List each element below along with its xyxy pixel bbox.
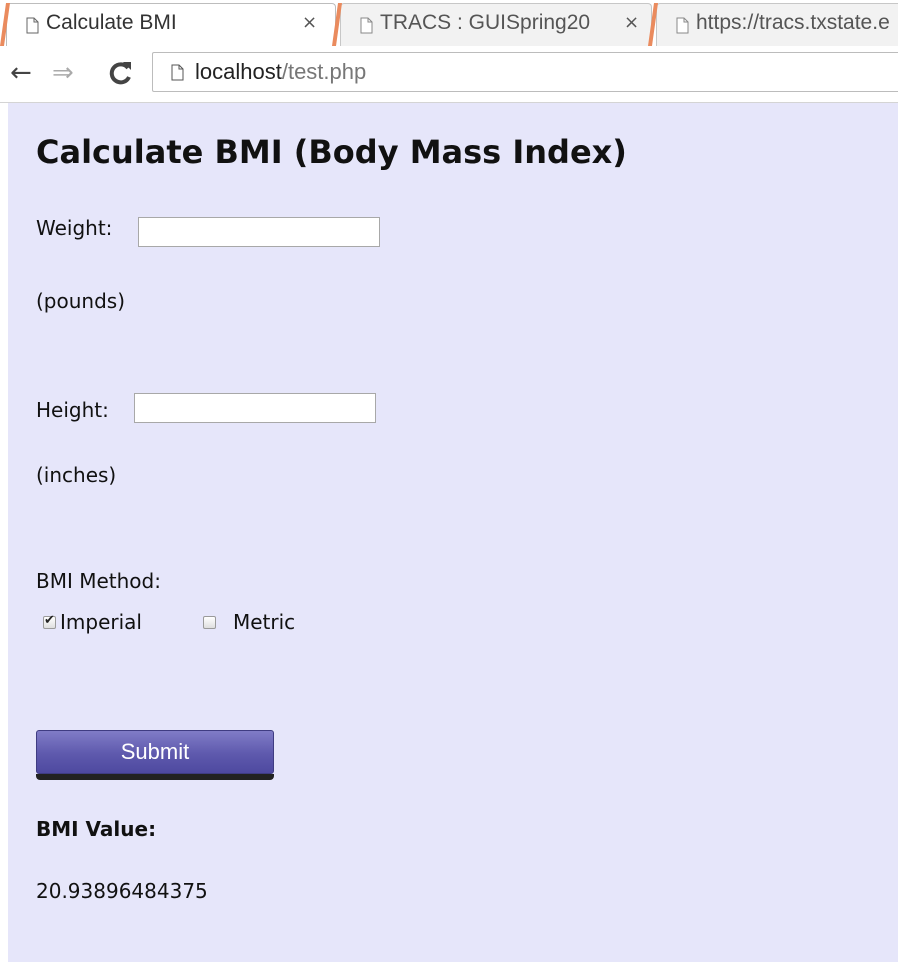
button-shadow xyxy=(36,774,274,780)
page-info-icon[interactable] xyxy=(171,64,184,81)
page-title: Calculate BMI (Body Mass Index) xyxy=(36,133,627,171)
weight-label: Weight: xyxy=(36,216,113,240)
check-mark-icon: ✔ xyxy=(44,613,55,628)
tab-tracs-url[interactable]: https://tracs.txstate.e xyxy=(648,3,898,46)
url-path: /test.php xyxy=(281,59,367,84)
reload-icon[interactable] xyxy=(108,60,134,86)
tab-close-icon[interactable]: × xyxy=(302,12,317,33)
imperial-option-label[interactable]: Imperial xyxy=(60,610,142,634)
url-text: localhost/test.php xyxy=(195,59,366,85)
page-viewport: Calculate BMI (Body Mass Index) Weight: … xyxy=(8,103,898,962)
height-label: Height: xyxy=(36,398,109,422)
tab-calculate-bmi[interactable]: Calculate BMI × xyxy=(0,3,336,46)
bmi-method-label: BMI Method: xyxy=(36,569,161,593)
tab-title: https://tracs.txstate.e xyxy=(696,11,890,34)
height-input[interactable] xyxy=(134,393,376,423)
tab-strip: Calculate BMI × TRACS : GUISpring20 × ht… xyxy=(0,0,898,46)
metric-checkbox[interactable] xyxy=(203,616,216,629)
metric-option-label[interactable]: Metric xyxy=(233,610,295,634)
page-icon xyxy=(676,17,689,34)
url-host: localhost xyxy=(195,59,282,84)
height-unit: (inches) xyxy=(36,463,117,487)
address-bar[interactable]: localhost/test.php xyxy=(152,52,898,92)
submit-button[interactable]: Submit xyxy=(36,730,276,782)
page-icon xyxy=(26,17,39,34)
tab-close-icon[interactable]: × xyxy=(624,12,639,33)
bmi-result-value: 20.93896484375 xyxy=(36,879,208,903)
weight-input[interactable] xyxy=(138,217,380,247)
page-icon xyxy=(360,17,373,34)
browser-toolbar: ← ⇒ localhost/test.php xyxy=(0,46,898,103)
back-arrow-icon[interactable]: ← xyxy=(10,58,32,88)
tab-title: Calculate BMI xyxy=(46,11,177,34)
tab-title: TRACS : GUISpring20 xyxy=(380,11,591,34)
weight-unit: (pounds) xyxy=(36,289,126,313)
tab-tracs[interactable]: TRACS : GUISpring20 × xyxy=(332,3,652,46)
imperial-checkbox[interactable]: ✔ xyxy=(43,613,56,629)
submit-button-label[interactable]: Submit xyxy=(36,730,274,774)
bmi-value-label: BMI Value: xyxy=(36,817,157,841)
forward-arrow-icon[interactable]: ⇒ xyxy=(52,58,74,88)
